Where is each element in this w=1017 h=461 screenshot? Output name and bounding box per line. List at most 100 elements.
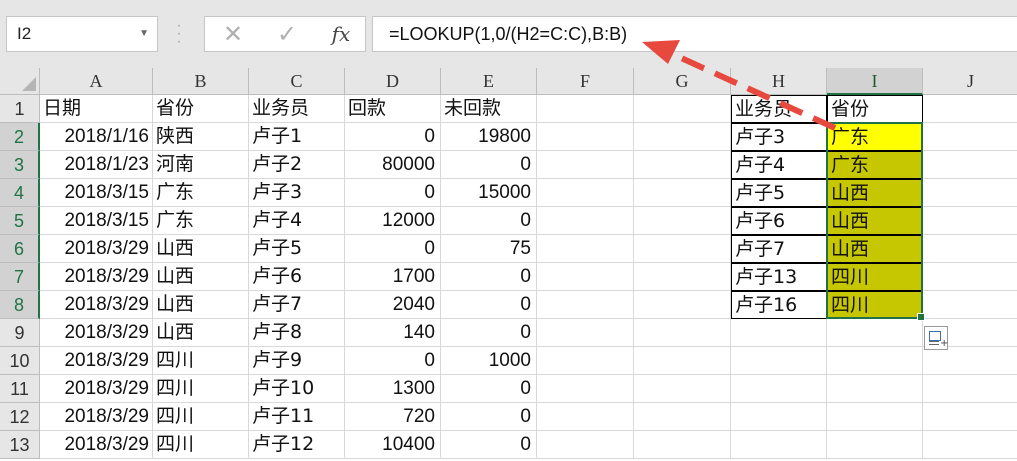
- row-header-1[interactable]: 1: [0, 95, 40, 123]
- table-cell[interactable]: 山西: [153, 263, 249, 291]
- select-all-button[interactable]: [0, 68, 40, 95]
- cell-empty[interactable]: [731, 431, 827, 459]
- cell-empty[interactable]: [634, 179, 731, 207]
- table-header-cell[interactable]: 省份: [153, 95, 249, 123]
- drag-handle-icon[interactable]: · · ·: [176, 20, 182, 48]
- column-header-i[interactable]: I: [827, 68, 923, 95]
- table-header-cell[interactable]: 回款: [345, 95, 441, 123]
- lookup-province-cell[interactable]: 四川: [827, 291, 923, 319]
- table-cell[interactable]: 2018/3/29: [40, 347, 153, 375]
- column-header-b[interactable]: B: [153, 68, 249, 95]
- cell-empty[interactable]: [537, 95, 634, 123]
- cell-empty[interactable]: [923, 95, 1017, 123]
- table-cell[interactable]: 10400: [345, 431, 441, 459]
- column-header-h[interactable]: H: [731, 68, 827, 95]
- cell-empty[interactable]: [634, 263, 731, 291]
- table-cell[interactable]: 75: [441, 235, 537, 263]
- table-cell[interactable]: 四川: [153, 403, 249, 431]
- lookup-province-cell[interactable]: 广东: [827, 151, 923, 179]
- table-cell[interactable]: 2018/3/29: [40, 431, 153, 459]
- table-cell[interactable]: 0: [345, 179, 441, 207]
- table-cell[interactable]: 2018/3/15: [40, 207, 153, 235]
- cell-empty[interactable]: [537, 319, 634, 347]
- lookup-header-cell[interactable]: 业务员: [731, 95, 827, 123]
- cell-empty[interactable]: [537, 123, 634, 151]
- cell-empty[interactable]: [634, 151, 731, 179]
- formula-input[interactable]: =LOOKUP(1,0/(H2=C:C),B:B): [372, 16, 1017, 52]
- cell-empty[interactable]: [537, 207, 634, 235]
- table-cell[interactable]: 15000: [441, 179, 537, 207]
- table-header-cell[interactable]: 日期: [40, 95, 153, 123]
- cell-empty[interactable]: [731, 375, 827, 403]
- table-cell[interactable]: 2018/3/29: [40, 235, 153, 263]
- table-cell[interactable]: 四川: [153, 347, 249, 375]
- row-header-12[interactable]: 12: [0, 403, 40, 431]
- table-cell[interactable]: 山西: [153, 319, 249, 347]
- cell-empty[interactable]: [634, 403, 731, 431]
- table-cell[interactable]: 0: [345, 347, 441, 375]
- table-cell[interactable]: 广东: [153, 179, 249, 207]
- cell-empty[interactable]: [923, 151, 1017, 179]
- table-cell[interactable]: 0: [441, 375, 537, 403]
- cell-empty[interactable]: [537, 347, 634, 375]
- quick-analysis-icon[interactable]: +: [924, 326, 948, 350]
- cell-empty[interactable]: [923, 375, 1017, 403]
- cell-empty[interactable]: [634, 235, 731, 263]
- lookup-name-cell[interactable]: 卢子5: [731, 179, 827, 207]
- table-cell[interactable]: 0: [441, 403, 537, 431]
- table-cell[interactable]: 2040: [345, 291, 441, 319]
- column-header-a[interactable]: A: [40, 68, 153, 95]
- name-box[interactable]: I2 ▼: [6, 16, 158, 52]
- lookup-name-cell[interactable]: 卢子7: [731, 235, 827, 263]
- row-header-11[interactable]: 11: [0, 375, 40, 403]
- table-cell[interactable]: 720: [345, 403, 441, 431]
- table-cell[interactable]: 0: [345, 235, 441, 263]
- table-cell[interactable]: 河南: [153, 151, 249, 179]
- table-cell[interactable]: 0: [441, 431, 537, 459]
- row-header-13[interactable]: 13: [0, 431, 40, 459]
- table-cell[interactable]: 2018/1/16: [40, 123, 153, 151]
- table-cell[interactable]: 山西: [153, 235, 249, 263]
- column-header-e[interactable]: E: [441, 68, 537, 95]
- cell-empty[interactable]: [634, 291, 731, 319]
- table-cell[interactable]: 山西: [153, 291, 249, 319]
- table-header-cell[interactable]: 未回款: [441, 95, 537, 123]
- row-header-9[interactable]: 9: [0, 319, 40, 347]
- table-cell[interactable]: 2018/3/29: [40, 291, 153, 319]
- table-cell[interactable]: 卢子11: [249, 403, 345, 431]
- cell-empty[interactable]: [537, 291, 634, 319]
- cell-empty[interactable]: [827, 375, 923, 403]
- cell-empty[interactable]: [537, 235, 634, 263]
- cell-empty[interactable]: [634, 431, 731, 459]
- cell-empty[interactable]: [827, 347, 923, 375]
- table-cell[interactable]: 卢子6: [249, 263, 345, 291]
- column-header-d[interactable]: D: [345, 68, 441, 95]
- table-cell[interactable]: 0: [441, 207, 537, 235]
- table-cell[interactable]: 2018/3/29: [40, 403, 153, 431]
- lookup-name-cell[interactable]: 卢子13: [731, 263, 827, 291]
- table-cell[interactable]: 2018/1/23: [40, 151, 153, 179]
- table-cell[interactable]: 卢子5: [249, 235, 345, 263]
- cell-empty[interactable]: [827, 431, 923, 459]
- lookup-name-cell[interactable]: 卢子4: [731, 151, 827, 179]
- cell-empty[interactable]: [923, 263, 1017, 291]
- table-cell[interactable]: 0: [441, 151, 537, 179]
- cell-empty[interactable]: [731, 319, 827, 347]
- column-header-g[interactable]: G: [634, 68, 731, 95]
- cell-empty[interactable]: [634, 375, 731, 403]
- chevron-down-icon[interactable]: ▼: [139, 17, 149, 51]
- table-cell[interactable]: 2018/3/15: [40, 179, 153, 207]
- table-cell[interactable]: 卢子9: [249, 347, 345, 375]
- table-cell[interactable]: 四川: [153, 431, 249, 459]
- table-cell[interactable]: 广东: [153, 207, 249, 235]
- cell-empty[interactable]: [923, 431, 1017, 459]
- row-header-5[interactable]: 5: [0, 207, 40, 235]
- cell-empty[interactable]: [923, 207, 1017, 235]
- column-header-f[interactable]: F: [537, 68, 634, 95]
- column-header-c[interactable]: C: [249, 68, 345, 95]
- table-cell[interactable]: 卢子4: [249, 207, 345, 235]
- table-header-cell[interactable]: 业务员: [249, 95, 345, 123]
- cell-empty[interactable]: [827, 403, 923, 431]
- table-cell[interactable]: 0: [345, 123, 441, 151]
- table-cell[interactable]: 2018/3/29: [40, 375, 153, 403]
